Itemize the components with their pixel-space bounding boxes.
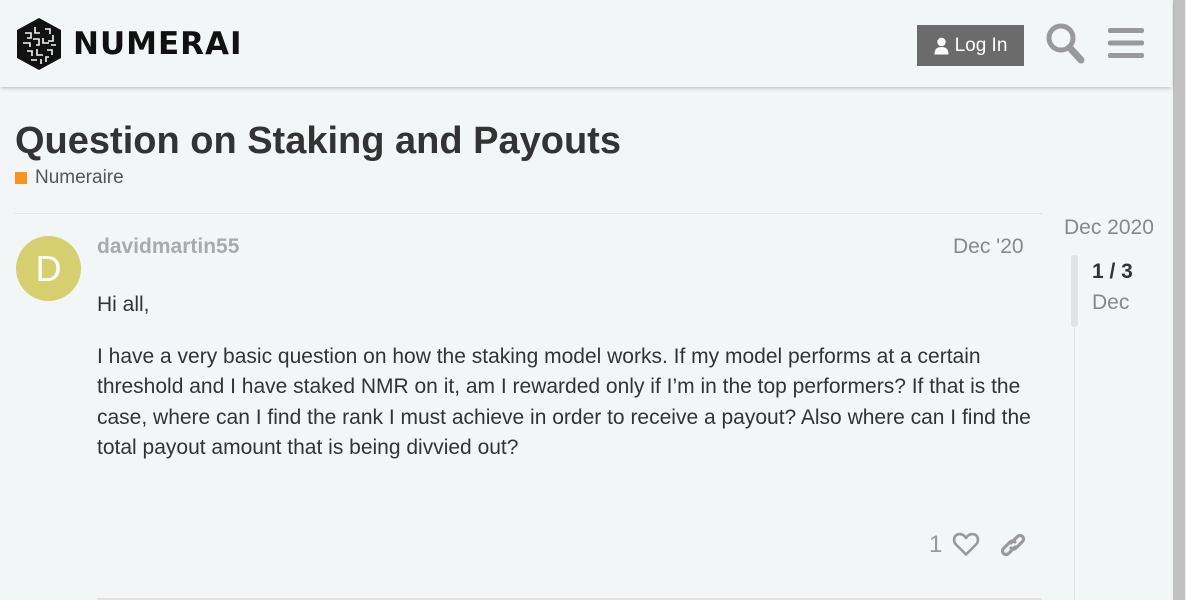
link-icon[interactable]	[1000, 530, 1028, 558]
login-button[interactable]: Log In	[917, 25, 1024, 66]
login-button-label: Log In	[954, 34, 1008, 56]
category-color-swatch	[15, 172, 27, 184]
post-paragraph: Hi all,	[97, 293, 150, 316]
site-logo[interactable]: NUMERAI	[15, 17, 243, 71]
avatar[interactable]: D	[16, 236, 81, 301]
search-icon[interactable]	[1045, 22, 1085, 64]
timeline-scroll-handle[interactable]	[1071, 255, 1078, 327]
category-label: Numeraire	[35, 167, 124, 188]
like-count[interactable]: 1	[929, 531, 942, 559]
site-header: NUMERAI Log In	[0, 0, 1172, 87]
post-body: Hi all, I have a very basic question on …	[97, 290, 1037, 485]
timeline-start-date[interactable]: Dec 2020	[1064, 216, 1154, 240]
logo-wordmark: NUMERAI	[73, 26, 243, 62]
timeline-position: 1 / 3	[1092, 260, 1133, 283]
post-username[interactable]: davidmartin55	[97, 235, 239, 259]
numerai-logo-icon	[17, 18, 61, 70]
topic-title[interactable]: Question on Staking and Payouts	[15, 120, 621, 163]
topic-divider	[15, 213, 1042, 214]
timeline-current-date: Dec	[1092, 291, 1130, 314]
category-badge[interactable]: Numeraire	[15, 167, 124, 189]
post-date[interactable]: Dec '20	[953, 235, 1024, 259]
page-scrollbar-thumb[interactable]	[1173, 0, 1185, 600]
avatar-letter: D	[35, 247, 62, 289]
hamburger-menu-icon[interactable]	[1108, 27, 1144, 59]
post-paragraph: I have a very basic question on how the …	[97, 344, 1031, 460]
heart-icon[interactable]	[952, 531, 980, 557]
user-icon	[934, 37, 949, 54]
